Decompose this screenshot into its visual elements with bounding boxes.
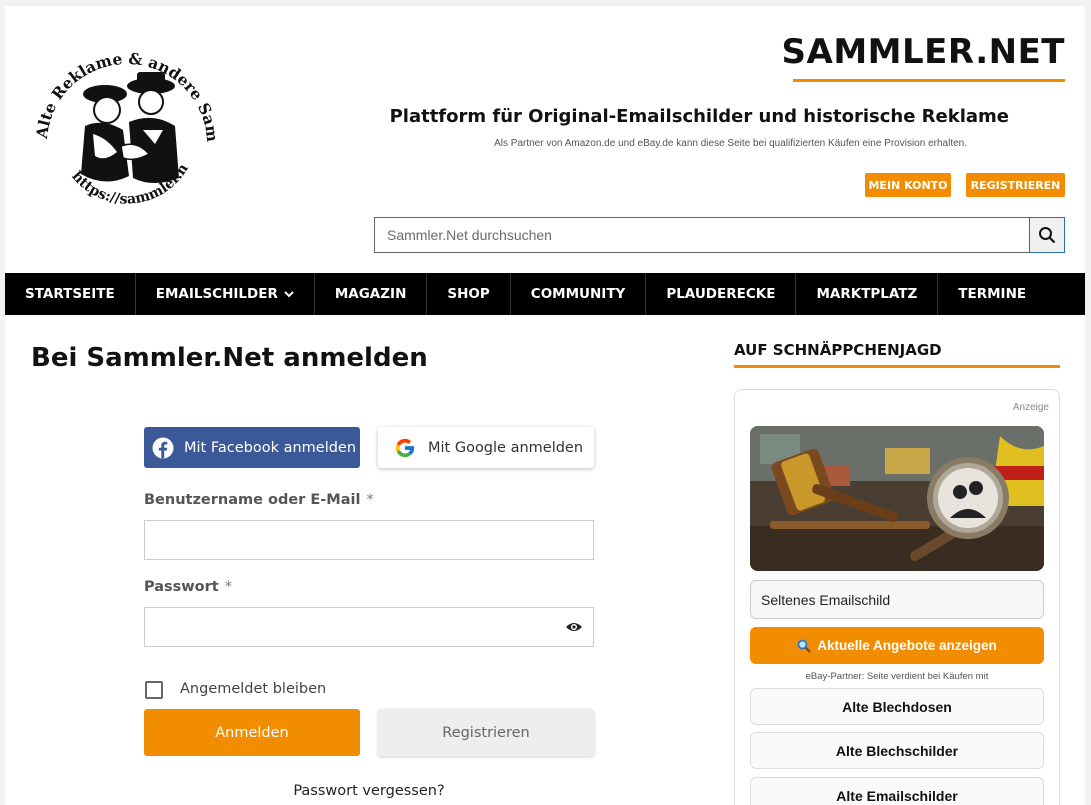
magnifier-icon [797,639,812,653]
nav-label: SHOP [447,286,490,302]
main-nav: STARTSEITE EMAILSCHILDER MAGAZIN SHOP CO… [5,273,1085,315]
register-header-button[interactable]: REGISTRIEREN [966,173,1065,197]
deal-search-value: Seltenes Emailschild [761,591,891,608]
nav-label: PLAUDERECKE [666,286,776,302]
sidebar-underline [734,365,1060,368]
nav-item-magazin[interactable]: MAGAZIN [315,273,428,315]
nav-item-shop[interactable]: SHOP [427,273,511,315]
password-label: Passwort * [144,579,232,595]
auction-banner-image[interactable] [750,426,1044,571]
remember-me-label[interactable]: Angemeldet bleiben [180,681,326,697]
required-marker: * [224,579,232,595]
google-icon [395,438,415,457]
sidebar-heading: AUF SCHNÄPPCHENJAGD [734,341,942,359]
username-field[interactable] [144,520,594,560]
username-label: Benutzername oder E-Mail * [144,492,374,508]
facebook-icon [152,437,174,458]
login-button[interactable]: Anmelden [144,709,360,756]
nav-item-termine[interactable]: TERMINE [938,273,1046,315]
nav-label: EMAILSCHILDER [155,286,278,302]
password-label-text: Passwort [144,579,219,595]
search-input[interactable]: Sammler.Net durchsuchen [374,217,1030,253]
username-label-text: Benutzername oder E-Mail [144,492,361,508]
nav-item-plauderecke[interactable]: PLAUDERECKE [646,273,797,315]
facebook-login-label: Mit Facebook anmelden [184,439,357,456]
page: Alte Reklame & andere Sammelobjekte http… [5,6,1085,805]
site-title[interactable]: SAMMLER.NET [782,32,1065,72]
title-underline [793,79,1065,82]
search-placeholder: Sammler.Net durchsuchen [387,227,552,243]
link-alte-blechschilder[interactable]: Alte Blechschilder [750,732,1044,769]
google-login-button[interactable]: Mit Google anmelden [378,427,594,468]
my-account-button[interactable]: MEIN KONTO [865,173,951,197]
eye-icon[interactable] [565,620,583,634]
deal-search-input[interactable]: Seltenes Emailschild [750,580,1044,619]
nav-item-startseite[interactable]: STARTSEITE [5,273,136,315]
ad-label: Anzeige [1012,402,1049,413]
password-field[interactable] [144,607,594,647]
register-button[interactable]: Registrieren [378,709,594,756]
tagline: Plattform für Original-Emailschilder und… [389,106,1009,127]
deals-widget: Anzeige Seltenes Emailschild Aktuelle An… [734,389,1060,805]
link-alte-emailschilder[interactable]: Alte Emailschilder [750,777,1044,805]
forgot-password-link[interactable]: Passwort vergessen? [144,783,594,799]
facebook-login-button[interactable]: Mit Facebook anmelden [144,427,360,468]
show-offers-label: Aktuelle Angebote anzeigen [817,638,997,653]
show-offers-button[interactable]: Aktuelle Angebote anzeigen [750,627,1044,664]
nav-item-marktplatz[interactable]: MARKTPLATZ [796,273,939,315]
page-title: Bei Sammler.Net anmelden [31,343,428,373]
nav-item-emailschilder[interactable]: EMAILSCHILDER [136,273,315,315]
nav-item-community[interactable]: COMMUNITY [511,273,647,315]
ebay-partner-note: eBay-Partner: Seite verdient bei Käufen … [805,671,989,682]
nav-label: MAGAZIN [334,286,407,302]
required-marker: * [366,492,374,508]
nav-label: STARTSEITE [25,286,115,302]
chevron-down-icon [284,291,294,298]
search-button[interactable] [1029,217,1065,253]
search-icon [1039,227,1056,244]
affiliate-disclaimer: Als Partner von Amazon.de und eBay.de ka… [494,138,967,149]
google-login-label: Mit Google anmelden [428,439,584,456]
link-alte-blechdosen[interactable]: Alte Blechdosen [750,688,1044,725]
nav-label: TERMINE [958,286,1027,302]
nav-label: MARKTPLATZ [816,286,918,302]
remember-me-checkbox[interactable] [145,681,163,699]
nav-label: COMMUNITY [530,286,626,302]
